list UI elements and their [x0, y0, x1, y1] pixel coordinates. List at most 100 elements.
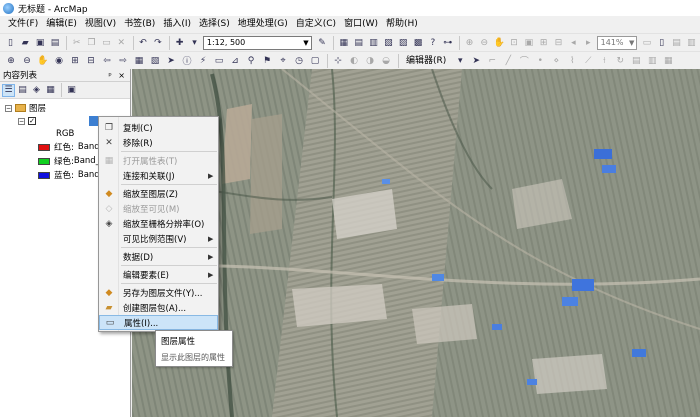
menu-properties[interactable]: ▭ 属性(I)... — [99, 315, 218, 330]
menu-copy[interactable]: ❐ 复制(C) — [99, 120, 218, 135]
menu-insert[interactable]: 插入(I) — [159, 16, 195, 33]
toc-options-icon[interactable]: ▣ — [65, 84, 78, 97]
create-features-icon[interactable]: ▦ — [661, 54, 675, 68]
zoom-out-icon[interactable]: ⊖ — [20, 54, 34, 68]
flicker-icon[interactable]: ◑ — [363, 54, 377, 68]
print-icon[interactable]: ▤ — [49, 36, 62, 50]
tree-root[interactable]: − 图层 — [5, 102, 46, 114]
layout-pan-icon[interactable]: ✋ — [493, 36, 506, 50]
find-route-icon[interactable]: ⚑ — [260, 54, 274, 68]
georef-icon[interactable]: ⊹ — [331, 54, 345, 68]
swipe-icon[interactable]: ◐ — [347, 54, 361, 68]
list-by-drawing-order-icon[interactable]: ☰ — [2, 83, 15, 97]
menu-geoprocessing[interactable]: 地理处理(G) — [234, 16, 292, 33]
menu-open-attribute-table[interactable]: ▦ 打开属性表(T) — [99, 153, 218, 168]
menu-customize[interactable]: 自定义(C) — [292, 16, 340, 33]
collapse-icon[interactable]: − — [5, 104, 12, 112]
select-features-icon[interactable]: ▦ — [132, 54, 146, 68]
trace-icon[interactable]: ⌒ — [517, 54, 531, 68]
network-icon[interactable]: ⊶ — [441, 36, 454, 50]
fixed-zoom-in-icon[interactable]: ⊞ — [68, 54, 82, 68]
open-folder-icon[interactable]: ▰ — [19, 36, 32, 50]
rotate-icon[interactable]: ↻ — [613, 54, 627, 68]
map-scale-dropdown[interactable]: 1:12, 500 ▼ — [202, 35, 312, 50]
menu-file[interactable]: 文件(F) — [4, 16, 42, 33]
cut-polygons-icon[interactable]: ⟋ — [581, 54, 595, 68]
clear-selection-icon[interactable]: ▧ — [148, 54, 162, 68]
menu-data[interactable]: 数据(D) ▶ — [99, 249, 218, 264]
search-window-icon[interactable]: ▥ — [367, 36, 380, 50]
edit-annotation-icon[interactable]: ⌐ — [485, 54, 499, 68]
layout-fixed-out-icon[interactable]: ⊟ — [552, 36, 565, 50]
zoom-in-icon[interactable]: ⊕ — [4, 54, 18, 68]
menu-edit[interactable]: 编辑(E) — [42, 16, 81, 33]
fixed-zoom-out-icon[interactable]: ⊟ — [84, 54, 98, 68]
pan-icon[interactable]: ✋ — [36, 54, 50, 68]
chevron-down-icon[interactable]: ▾ — [188, 36, 201, 50]
select-elements-icon[interactable]: ➤ — [164, 54, 178, 68]
model-builder-icon[interactable]: ▩ — [412, 36, 425, 50]
find-icon[interactable]: ⚲ — [244, 54, 258, 68]
save-icon[interactable]: ▣ — [34, 36, 47, 50]
menu-bookmarks[interactable]: 书签(B) — [120, 16, 159, 33]
change-layout-icon[interactable]: ▤ — [670, 36, 683, 50]
data-driven-pages-icon[interactable]: ▥ — [685, 36, 698, 50]
collapse-icon[interactable]: − — [18, 117, 25, 125]
html-popup-icon[interactable]: ▭ — [212, 54, 226, 68]
layout-zoom-dropdown[interactable]: 141% ▼ — [596, 35, 638, 50]
menu-zoom-raster-resolution[interactable]: ◈ 缩放至栅格分辨率(O) — [99, 216, 218, 231]
arctoolbox-icon[interactable]: ▧ — [382, 36, 395, 50]
editor-toolbar-icon[interactable]: ✎ — [316, 36, 329, 50]
hyperlink-icon[interactable]: ⚡ — [196, 54, 210, 68]
back-icon[interactable]: ⇦ — [100, 54, 114, 68]
layout-fixed-in-icon[interactable]: ⊞ — [537, 36, 550, 50]
reshape-icon[interactable]: ⌇ — [565, 54, 579, 68]
help-icon[interactable]: ? — [426, 36, 439, 50]
menu-selection[interactable]: 选择(S) — [195, 16, 234, 33]
layout-zoom-out-icon[interactable]: ⊖ — [478, 36, 491, 50]
chevron-down-icon[interactable]: ▾ — [453, 54, 467, 68]
menu-create-layer-package[interactable]: ▰ 创建图层包(A)... — [99, 300, 218, 315]
straight-segment-icon[interactable]: ╱ — [501, 54, 515, 68]
python-icon[interactable]: ▨ — [397, 36, 410, 50]
paste-icon[interactable]: ▭ — [100, 36, 113, 50]
toggle-draft-icon[interactable]: ▭ — [640, 36, 653, 50]
catalog-icon[interactable]: ▤ — [352, 36, 365, 50]
attributes-icon[interactable]: ▤ — [629, 54, 643, 68]
layout-100-icon[interactable]: ▣ — [522, 36, 535, 50]
full-extent-icon[interactable]: ◉ — [52, 54, 66, 68]
focus-frame-icon[interactable]: ▯ — [655, 36, 668, 50]
edit-tool-icon[interactable]: ➤ — [469, 54, 483, 68]
menu-zoom-to-layer[interactable]: ◆ 缩放至图层(Z) — [99, 186, 218, 201]
goto-xy-icon[interactable]: ⌖ — [276, 54, 290, 68]
measure-icon[interactable]: ⊿ — [228, 54, 242, 68]
layout-full-icon[interactable]: ⊡ — [508, 36, 521, 50]
identify-icon[interactable]: ⓘ — [180, 54, 194, 68]
redo-icon[interactable]: ↷ — [151, 36, 164, 50]
menu-windows[interactable]: 窗口(W) — [340, 16, 382, 33]
menu-visible-scale-range[interactable]: 可见比例范围(V) ▶ — [99, 231, 218, 246]
effects-icon[interactable]: ◒ — [379, 54, 393, 68]
list-by-selection-icon[interactable]: ▦ — [44, 84, 57, 97]
layout-zoom-in-icon[interactable]: ⊕ — [463, 36, 476, 50]
layout-forward-icon[interactable]: ▸ — [582, 36, 595, 50]
split-icon[interactable]: ⟊ — [597, 54, 611, 68]
add-data-icon[interactable]: ✚ — [173, 36, 186, 50]
new-icon[interactable]: ▯ — [4, 36, 17, 50]
list-by-source-icon[interactable]: ▤ — [16, 84, 29, 97]
list-by-visibility-icon[interactable]: ◈ — [30, 84, 43, 97]
menu-view[interactable]: 视图(V) — [81, 16, 120, 33]
edit-vertices-icon[interactable]: ⋄ — [549, 54, 563, 68]
menu-remove[interactable]: ✕ 移除(R) — [99, 135, 218, 150]
editor-menu-button[interactable]: 编辑器(R) — [402, 54, 450, 68]
table-icon[interactable]: ▦ — [337, 36, 350, 50]
point-icon[interactable]: • — [533, 54, 547, 68]
menu-help[interactable]: 帮助(H) — [382, 16, 422, 33]
forward-icon[interactable]: ⇨ — [116, 54, 130, 68]
layer-visibility-checkbox[interactable]: ✓ — [28, 117, 36, 125]
layout-back-icon[interactable]: ◂ — [567, 36, 580, 50]
create-viewer-icon[interactable]: ▢ — [308, 54, 322, 68]
menu-edit-features[interactable]: 编辑要素(E) ▶ — [99, 267, 218, 282]
menu-joins-relates[interactable]: 连接和关联(J) ▶ — [99, 168, 218, 183]
time-slider-icon[interactable]: ◷ — [292, 54, 306, 68]
